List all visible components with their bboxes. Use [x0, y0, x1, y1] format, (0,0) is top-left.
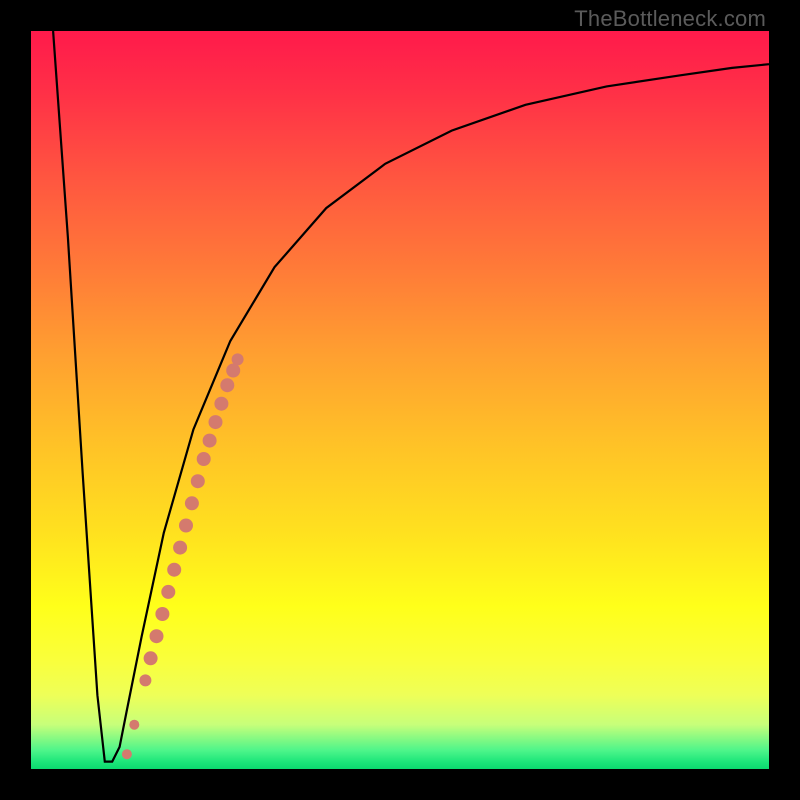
highlight-dot: [232, 353, 244, 365]
highlight-markers: [122, 353, 244, 759]
highlight-dot: [129, 720, 139, 730]
highlight-dot: [161, 585, 175, 599]
curve-layer: [31, 31, 769, 769]
watermark-text: TheBottleneck.com: [574, 6, 766, 32]
highlight-dot: [226, 364, 240, 378]
highlight-dot: [150, 629, 164, 643]
highlight-dot: [220, 378, 234, 392]
bottleneck-curve: [53, 31, 769, 762]
highlight-dot: [197, 452, 211, 466]
highlight-dot: [139, 674, 151, 686]
highlight-dot: [185, 496, 199, 510]
highlight-dot: [122, 749, 132, 759]
highlight-dot: [155, 607, 169, 621]
chart-frame: TheBottleneck.com: [0, 0, 800, 800]
highlight-dot: [179, 519, 193, 533]
highlight-dot: [191, 474, 205, 488]
highlight-dot: [173, 541, 187, 555]
highlight-dot: [203, 434, 217, 448]
highlight-dot: [209, 415, 223, 429]
highlight-dot: [167, 563, 181, 577]
highlight-dot: [144, 651, 158, 665]
highlight-dot: [214, 397, 228, 411]
